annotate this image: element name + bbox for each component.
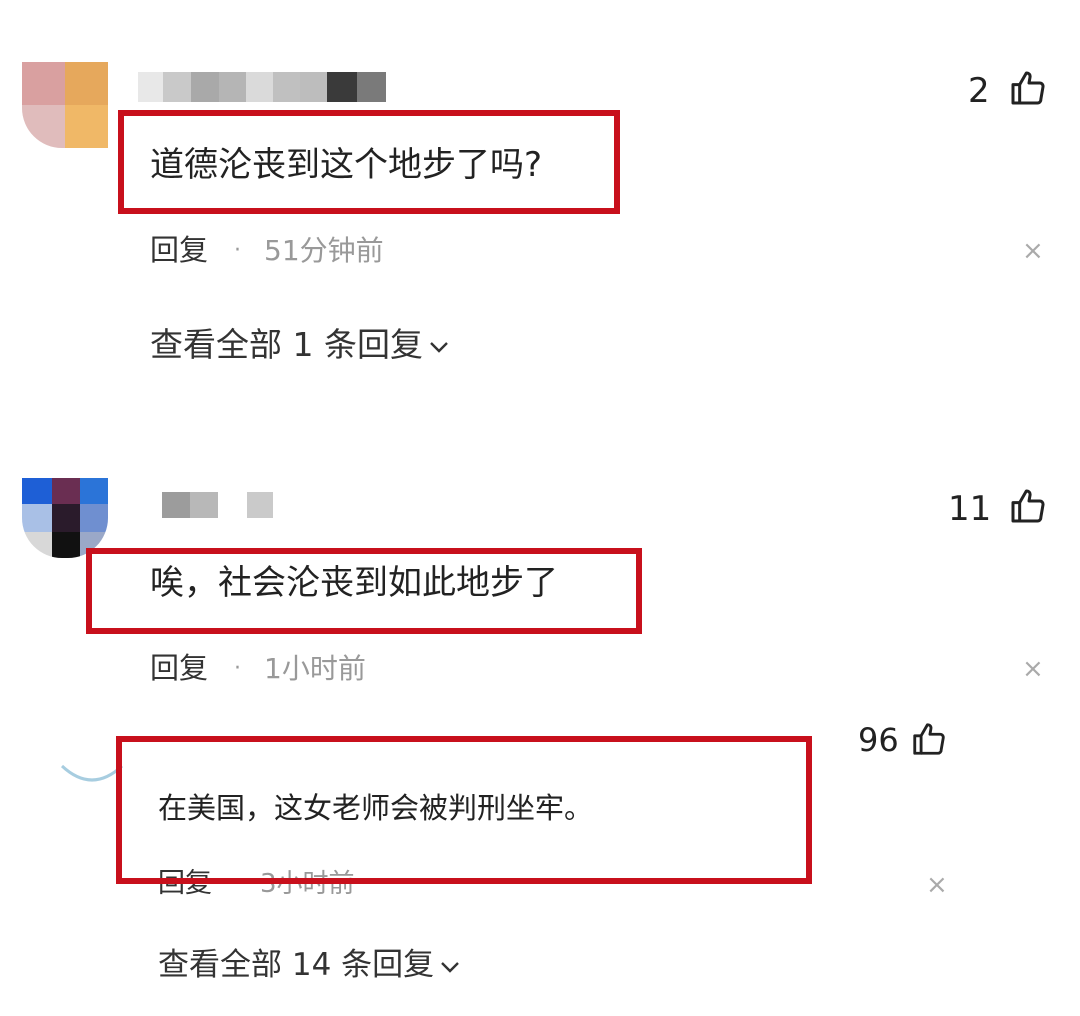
avatar[interactable] xyxy=(60,760,124,790)
separator-dot: · xyxy=(234,238,241,263)
comment-text: 道德沦丧到这个地步了吗? xyxy=(150,145,543,185)
view-all-replies-label: 查看全部 1 条回复 xyxy=(150,325,423,364)
timestamp: 51分钟前 xyxy=(264,234,384,267)
like-count: 11 xyxy=(948,489,992,529)
comment-text: 唉，社会沦丧到如此地步了 xyxy=(150,563,558,603)
username-blurred xyxy=(138,72,386,102)
username-blurred xyxy=(247,492,273,518)
reply-button[interactable]: 回复 xyxy=(150,654,208,683)
chevron-down-icon xyxy=(430,341,448,353)
chevron-down-icon xyxy=(441,961,460,973)
timestamp: 1小时前 xyxy=(264,652,366,685)
close-icon[interactable]: × xyxy=(1022,656,1044,682)
like-count: 96 xyxy=(858,721,899,759)
username-blurred xyxy=(162,492,218,518)
thumbs-up-icon[interactable] xyxy=(910,720,948,758)
thumbs-up-icon[interactable] xyxy=(1008,68,1048,108)
like-count: 2 xyxy=(968,71,990,111)
separator-dot: · xyxy=(234,656,241,681)
view-all-replies-label: 查看全部 14 条回复 xyxy=(158,947,435,983)
view-all-replies-link[interactable]: 查看全部 1 条回复 xyxy=(150,328,451,361)
close-icon[interactable]: × xyxy=(1022,238,1044,264)
close-icon[interactable]: × xyxy=(926,872,948,898)
highlight-box xyxy=(116,736,812,884)
view-all-replies-link[interactable]: 查看全部 14 条回复 xyxy=(158,950,462,981)
reply-button[interactable]: 回复 xyxy=(150,236,208,265)
avatar[interactable] xyxy=(22,62,108,148)
thumbs-up-icon[interactable] xyxy=(1008,486,1048,526)
avatar[interactable] xyxy=(22,478,108,558)
